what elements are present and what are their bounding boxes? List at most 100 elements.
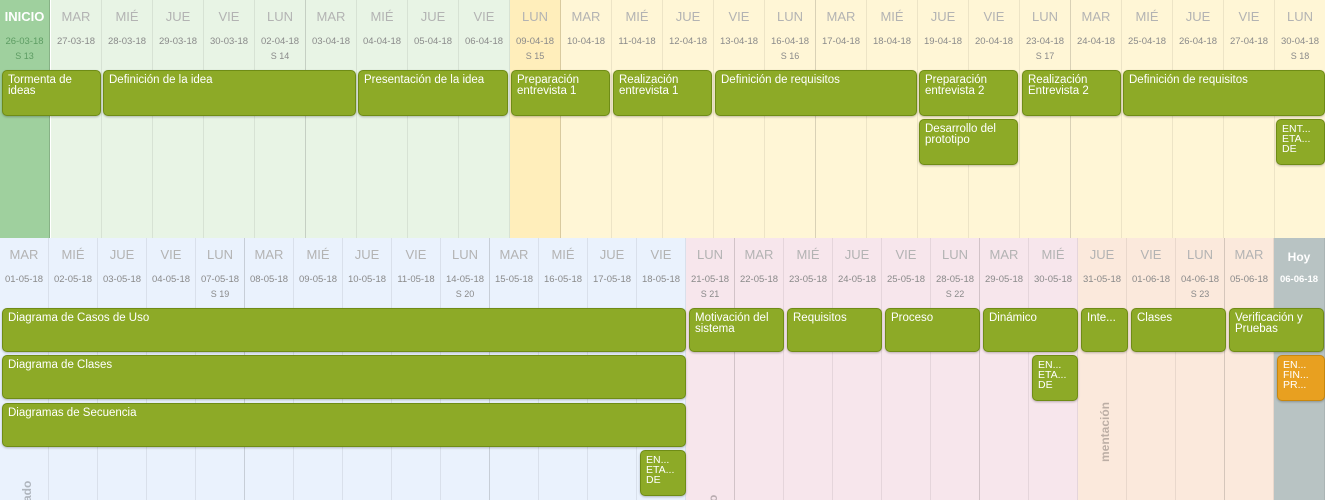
task-bar[interactable]: Desarrollo del prototipo — [919, 119, 1018, 165]
date-label: 19-04-18 — [923, 36, 963, 47]
week-label: S 22 — [945, 289, 965, 299]
milestone-bar[interactable]: EN... FIN... PR... — [1277, 355, 1325, 401]
date-label: 16-04-18 — [770, 36, 810, 47]
week-label: S 14 — [270, 51, 290, 61]
day-label: JUE — [599, 247, 625, 262]
day-label: LUN — [1186, 247, 1213, 262]
task-bar[interactable]: EN... ETA... DE — [640, 450, 686, 496]
day-label: VIE — [405, 247, 427, 262]
date-label: 09-04-18 — [515, 36, 555, 47]
date-label: 10-04-18 — [566, 36, 606, 47]
week-label: S 17 — [1035, 51, 1055, 61]
day-label: MAR — [1081, 9, 1111, 24]
day-column: JUE 26-04-18 — [1173, 0, 1224, 238]
day-label: VIE — [1238, 9, 1260, 24]
day-column: VIE 06-04-18 — [459, 0, 510, 238]
day-label: MAR — [9, 247, 39, 262]
week-label: S 20 — [455, 289, 475, 299]
task-bar[interactable]: Verificación y Pruebas — [1229, 308, 1324, 352]
date-label: 13-04-18 — [719, 36, 759, 47]
date-label: 01-05-18 — [4, 274, 44, 285]
day-column: LUN 02-04-18 S 14 — [255, 0, 306, 238]
day-label: LUN — [776, 9, 803, 24]
date-label: 26-03-18 — [5, 36, 44, 47]
day-label: MAR — [1234, 247, 1264, 262]
day-column: LUN 28-05-18 S 22 — [931, 238, 980, 500]
day-label: LUN — [521, 9, 548, 24]
date-label: 03-05-18 — [102, 274, 142, 285]
task-bar[interactable]: Requisitos — [787, 308, 882, 352]
day-label: MIÉ — [1041, 247, 1065, 262]
day-column: VIE 25-05-18 — [882, 238, 931, 500]
day-label: VIE — [160, 247, 182, 262]
task-bar[interactable]: Inte... — [1081, 308, 1128, 352]
day-column: JUE 29-03-18 — [153, 0, 204, 238]
task-bar[interactable]: Tormenta de ideas — [2, 70, 101, 116]
task-bar[interactable]: Dinámico — [983, 308, 1078, 352]
date-label: 29-03-18 — [158, 36, 198, 47]
day-label: MAR — [499, 247, 529, 262]
day-label: JUE — [675, 9, 701, 24]
task-bar[interactable]: Realización Entrevista 2 — [1022, 70, 1121, 116]
task-bar[interactable]: Diagrama de Clases — [2, 355, 686, 399]
day-label: JUE — [354, 247, 380, 262]
task-bar[interactable]: Realización entrevista 1 — [613, 70, 712, 116]
task-bar[interactable]: Proceso — [885, 308, 980, 352]
day-label: MAR — [989, 247, 1019, 262]
task-bar[interactable]: Definición de la idea — [103, 70, 356, 116]
date-label: 10-05-18 — [347, 274, 387, 285]
day-label: JUE — [1185, 9, 1211, 24]
day-label: MIÉ — [1135, 9, 1159, 24]
date-label: 02-04-18 — [260, 36, 300, 47]
task-bar[interactable]: Preparación entrevista 1 — [511, 70, 610, 116]
date-label: 01-06-18 — [1131, 274, 1171, 285]
task-bar[interactable]: Definición de requisitos — [715, 70, 917, 116]
date-label: 22-05-18 — [739, 274, 779, 285]
date-label: 07-05-18 — [200, 274, 240, 285]
day-label: MIÉ — [551, 247, 575, 262]
date-label: 26-04-18 — [1178, 36, 1218, 47]
day-label: VIE — [473, 9, 495, 24]
date-label: 05-06-18 — [1229, 274, 1269, 285]
task-bar[interactable]: EN... ETA... DE — [1032, 355, 1078, 401]
day-label: JUE — [165, 9, 191, 24]
date-label: 24-04-18 — [1076, 36, 1116, 47]
date-label: 09-05-18 — [298, 274, 338, 285]
date-label: 05-04-18 — [413, 36, 453, 47]
date-label: 03-04-18 — [311, 36, 351, 47]
day-column: INICIO 26-03-18 S 13 — [0, 0, 50, 238]
task-bar[interactable]: Motivación del sistema — [689, 308, 784, 352]
date-label: 11-05-18 — [397, 274, 435, 285]
day-column: MAR 22-05-18 — [735, 238, 784, 500]
day-label: LUN — [941, 247, 968, 262]
task-bar[interactable]: Definición de requisitos — [1123, 70, 1325, 116]
day-column: VIE 30-03-18 — [204, 0, 255, 238]
timeline-band-1: INICIO 26-03-18 S 13 MAR 27-03-18 MIÉ 28-03-18… — [0, 0, 1325, 238]
task-bar[interactable]: ENT... ETA... DE — [1276, 119, 1325, 165]
day-label: LUN — [1286, 9, 1313, 24]
date-label: 25-04-18 — [1127, 36, 1167, 47]
day-column: MIÉ 25-04-18 — [1122, 0, 1173, 238]
task-bar[interactable]: Preparación entrevista 2 — [919, 70, 1018, 116]
date-label: 21-05-18 — [690, 274, 730, 285]
task-bar[interactable]: Presentación de la idea — [358, 70, 508, 116]
phase-label: mentación — [1098, 401, 1112, 462]
task-bar[interactable]: Diagramas de Secuencia — [2, 403, 686, 447]
day-label: VIE — [983, 9, 1005, 24]
week-label: S 16 — [780, 51, 800, 61]
day-column: VIE 13-04-18 — [714, 0, 765, 238]
day-label: MIÉ — [796, 247, 820, 262]
day-label: MIÉ — [61, 247, 85, 262]
day-label: MAR — [826, 9, 856, 24]
day-label: MIÉ — [115, 9, 139, 24]
task-bar[interactable]: Diagrama de Casos de Uso — [2, 308, 686, 352]
day-column: LUN 23-04-18 S 17 — [1020, 0, 1071, 238]
week-label: S 18 — [1290, 51, 1310, 61]
phase-label: ado — [20, 480, 34, 500]
day-label: MIÉ — [306, 247, 330, 262]
day-column: LUN 04-06-18 S 23 — [1176, 238, 1225, 500]
date-label: 04-05-18 — [151, 274, 191, 285]
day-label: MAR — [254, 247, 284, 262]
date-label: 04-04-18 — [362, 36, 402, 47]
task-bar[interactable]: Clases — [1131, 308, 1226, 352]
